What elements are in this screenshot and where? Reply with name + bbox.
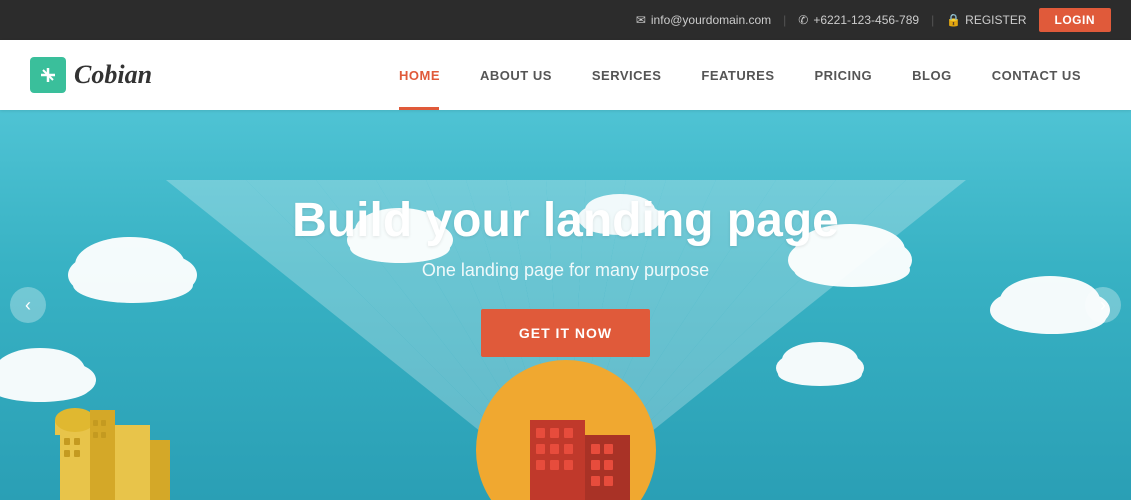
email-icon: ✉ [636, 13, 646, 27]
separator-1: | [783, 13, 786, 27]
lock-icon: 🔒 [946, 13, 961, 27]
logo-area: Cobian [30, 57, 152, 93]
navbar: Cobian HOME ABOUT US SERVICES FEATURES P… [0, 40, 1131, 110]
logo-icon [30, 57, 66, 93]
logo-text: Cobian [74, 60, 152, 90]
nav-item-blog[interactable]: BLOG [892, 40, 972, 110]
nav-item-about[interactable]: ABOUT US [460, 40, 572, 110]
separator-2: | [931, 13, 934, 27]
nav-item-pricing[interactable]: PRICING [795, 40, 893, 110]
topbar-phone: ✆ +6221-123-456-789 [798, 13, 919, 27]
nav-item-home[interactable]: HOME [379, 40, 460, 110]
phone-icon: ✆ [798, 13, 808, 27]
buildings [0, 370, 1131, 500]
nav-item-contact[interactable]: CONTACT US [972, 40, 1101, 110]
email-text: info@yourdomain.com [651, 13, 771, 27]
phone-text: +6221-123-456-789 [813, 13, 919, 27]
register-label: REGISTER [965, 13, 1026, 27]
hero-subtitle: One landing page for many purpose [422, 260, 709, 281]
hero-title: Build your landing page [292, 193, 839, 248]
login-button[interactable]: LOGIN [1039, 8, 1112, 32]
scroll-left-button[interactable]: ‹ [10, 287, 46, 323]
register-button[interactable]: 🔒 REGISTER [946, 13, 1026, 27]
topbar-email: ✉ info@yourdomain.com [636, 13, 771, 27]
nav-links: HOME ABOUT US SERVICES FEATURES PRICING … [379, 40, 1101, 110]
hero-section: Build your landing page One landing page… [0, 110, 1131, 500]
cta-button[interactable]: GET IT NOW [481, 309, 650, 357]
topbar: ✉ info@yourdomain.com | ✆ +6221-123-456-… [0, 0, 1131, 40]
scroll-right-button[interactable]: › [1085, 287, 1121, 323]
nav-item-features[interactable]: FEATURES [681, 40, 794, 110]
nav-item-services[interactable]: SERVICES [572, 40, 682, 110]
